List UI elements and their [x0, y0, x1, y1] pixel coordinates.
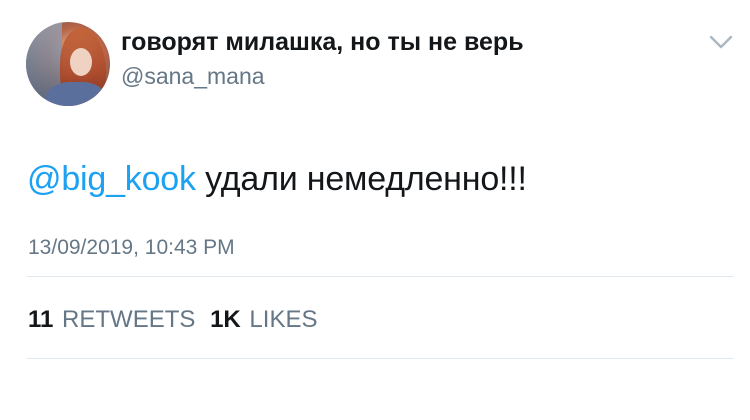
tweet-card: говорят милашка, но ты не верь @sana_man… — [0, 0, 750, 420]
tweet-stats: 11 RETWEETS 1K LIKES — [28, 306, 325, 334]
mention-link[interactable]: @big_kook — [27, 160, 196, 198]
tweet-text: @big_kook удали немедленно!!! — [27, 160, 527, 199]
divider — [27, 358, 734, 359]
user-handle[interactable]: @sana_mana — [121, 63, 265, 90]
avatar-shirt — [46, 82, 106, 106]
retweets-stat[interactable]: 11 RETWEETS — [28, 306, 195, 334]
tweet-timestamp[interactable]: 13/09/2019, 10:43 PM — [28, 236, 235, 260]
likes-label: LIKES — [249, 306, 318, 333]
avatar-face — [70, 48, 92, 76]
retweets-label: RETWEETS — [62, 306, 196, 333]
avatar[interactable] — [26, 22, 110, 106]
tweet-body: удали немедленно!!! — [195, 160, 527, 198]
divider — [27, 276, 734, 277]
chevron-down-icon[interactable] — [708, 32, 734, 52]
likes-stat[interactable]: 1K LIKES — [210, 306, 317, 334]
retweets-count: 11 — [28, 306, 54, 333]
likes-count: 1K — [210, 306, 241, 333]
user-display-name[interactable]: говорят милашка, но ты не верь — [121, 28, 524, 57]
